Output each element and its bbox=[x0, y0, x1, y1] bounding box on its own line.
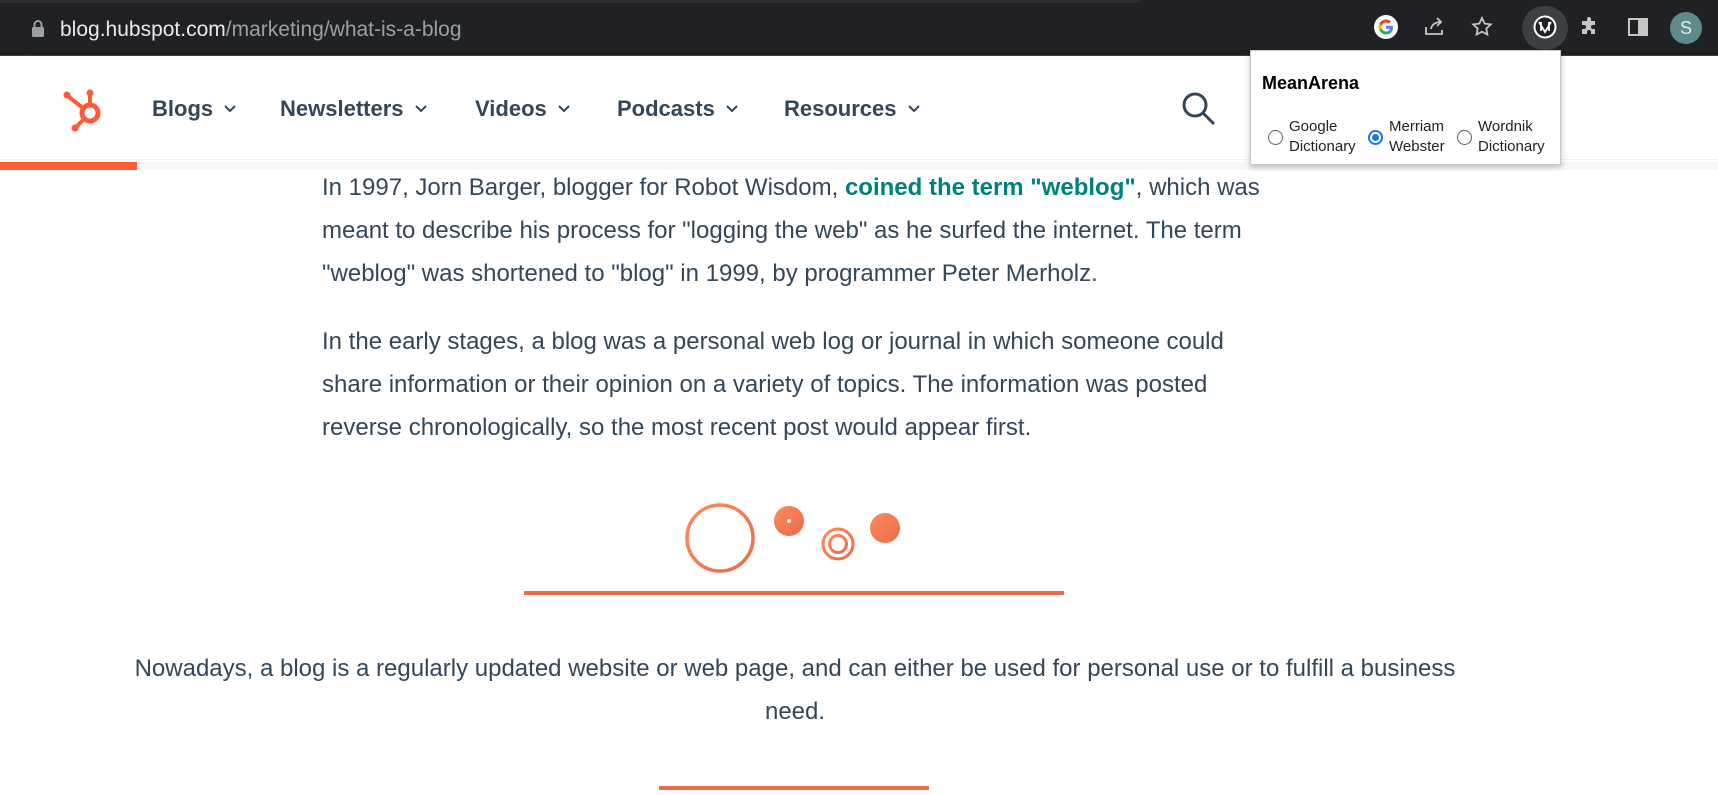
nav-blogs[interactable]: Blogs bbox=[152, 96, 237, 122]
section-divider bbox=[524, 591, 1064, 595]
hubspot-logo[interactable] bbox=[62, 86, 108, 137]
bookmark-star-icon[interactable] bbox=[1467, 12, 1497, 42]
option-label-line: Wordnik bbox=[1478, 118, 1533, 135]
option-wordnik-dictionary[interactable]: Wordnik Dictionary bbox=[1457, 117, 1545, 157]
radio-button-selected[interactable] bbox=[1368, 129, 1383, 145]
option-google-dictionary[interactable]: Google Dictionary bbox=[1268, 117, 1356, 157]
chevron-down-icon bbox=[414, 105, 427, 113]
paragraph-text: In 1997, Jorn Barger, blogger for Robot … bbox=[322, 174, 845, 201]
search-icon[interactable] bbox=[1180, 90, 1218, 133]
nav-label: Newsletters bbox=[280, 96, 404, 121]
url-text[interactable]: blog.hubspot.com/marketing/what-is-a-blo… bbox=[60, 18, 462, 42]
share-icon[interactable] bbox=[1419, 12, 1449, 42]
address-bar[interactable]: blog.hubspot.com/marketing/what-is-a-blo… bbox=[10, 6, 1410, 50]
decorative-circles-graphic bbox=[685, 503, 900, 573]
url-domain: blog.hubspot.com bbox=[60, 18, 226, 41]
option-label-line: Webster bbox=[1389, 138, 1445, 155]
nav-label: Blogs bbox=[152, 96, 214, 121]
nav-label: Podcasts bbox=[617, 96, 715, 121]
nav-videos[interactable]: Videos bbox=[475, 96, 571, 122]
article-paragraph: In the early stages, a blog was a person… bbox=[322, 328, 1224, 441]
option-label-line: Merriam bbox=[1389, 118, 1444, 135]
coined-term-link[interactable]: coined the term "weblog" bbox=[845, 174, 1136, 201]
option-label: Wordnik Dictionary bbox=[1478, 117, 1545, 157]
section-divider bbox=[659, 786, 929, 790]
tab-strip-edge bbox=[0, 0, 1140, 3]
nav-newsletters[interactable]: Newsletters bbox=[280, 96, 428, 122]
radio-button[interactable] bbox=[1457, 129, 1472, 145]
option-label-line: Google bbox=[1289, 118, 1338, 135]
chevron-down-icon bbox=[558, 105, 570, 113]
profile-avatar[interactable]: S bbox=[1670, 12, 1702, 44]
browser-toolbar: blog.hubspot.com/marketing/what-is-a-blo… bbox=[0, 0, 1718, 56]
nav-resources[interactable]: Resources bbox=[784, 96, 921, 122]
nav-label: Videos bbox=[475, 96, 547, 121]
nav-podcasts[interactable]: Podcasts bbox=[617, 96, 739, 122]
google-icon[interactable] bbox=[1371, 12, 1401, 42]
side-panel-icon[interactable] bbox=[1623, 12, 1653, 42]
article-paragraph: In 1997, Jorn Barger, blogger for Robot … bbox=[322, 166, 1282, 295]
chevron-down-icon bbox=[726, 105, 738, 113]
nav-label: Resources bbox=[784, 96, 897, 121]
meanarena-extension-icon[interactable] bbox=[1530, 12, 1560, 42]
lock-icon[interactable] bbox=[30, 19, 46, 44]
meanarena-popup: MeanArena Google Dictionary Merriam Webste… bbox=[1250, 50, 1561, 165]
reading-progress-bar bbox=[0, 162, 138, 170]
option-label-line: Dictionary bbox=[1478, 138, 1545, 155]
option-label: Google Dictionary bbox=[1289, 117, 1356, 157]
option-merriam-webster[interactable]: Merriam Webster bbox=[1368, 117, 1445, 157]
option-label: Merriam Webster bbox=[1389, 117, 1445, 157]
article-paragraph: Nowadays, a blog is a regularly updated … bbox=[134, 655, 1456, 725]
popup-title: MeanArena bbox=[1262, 73, 1360, 93]
radio-button[interactable] bbox=[1268, 129, 1283, 145]
chevron-down-icon bbox=[907, 105, 920, 113]
url-path: /marketing/what-is-a-blog bbox=[225, 18, 462, 41]
option-label-line: Dictionary bbox=[1289, 138, 1356, 155]
chevron-down-icon bbox=[224, 105, 236, 113]
extensions-puzzle-icon[interactable] bbox=[1575, 12, 1605, 42]
